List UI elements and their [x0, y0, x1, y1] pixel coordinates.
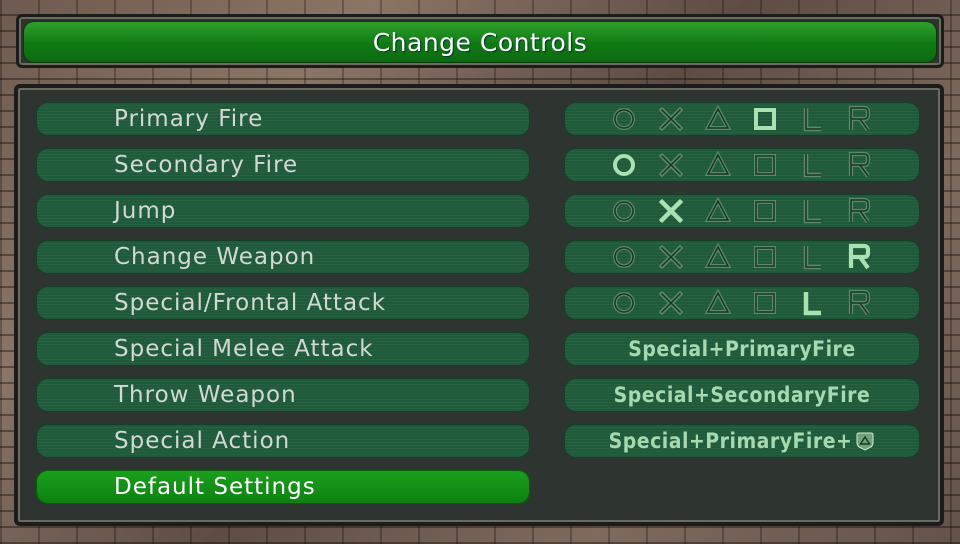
action-row-throw-weapon[interactable]: Throw Weapon [36, 378, 530, 412]
combo-row-special-action: Special+PrimaryFire+ [564, 424, 920, 458]
combo-row-throw-weapon: Special+SecondaryFire [564, 378, 920, 412]
L-button-icon[interactable] [798, 289, 826, 317]
R-button-icon[interactable] [845, 151, 873, 179]
combo-text: Special+SecondaryFire [613, 383, 871, 407]
action-row-special-action[interactable]: Special Action [36, 424, 530, 458]
circle-icon[interactable] [610, 289, 638, 317]
action-row-special-frontal-attack[interactable]: Special/Frontal Attack [36, 286, 530, 320]
square-icon[interactable] [751, 197, 779, 225]
triangle-icon[interactable] [704, 151, 732, 179]
R-button-icon[interactable] [845, 197, 873, 225]
combo-text: Special+PrimaryFire [628, 337, 856, 361]
cross-icon[interactable] [657, 243, 685, 271]
square-icon[interactable] [751, 151, 779, 179]
cross-icon[interactable] [657, 197, 685, 225]
L-button-icon[interactable] [798, 105, 826, 133]
action-label: Special Action [114, 428, 291, 454]
binding-row[interactable] [564, 102, 920, 136]
action-label: Change Weapon [114, 244, 316, 270]
action-label: Jump [114, 198, 177, 224]
binding-row[interactable] [564, 148, 920, 182]
R-button-icon[interactable] [845, 243, 873, 271]
square-icon[interactable] [751, 289, 779, 317]
circle-icon[interactable] [610, 105, 638, 133]
cross-icon[interactable] [657, 289, 685, 317]
L-button-icon[interactable] [798, 151, 826, 179]
triangle-icon[interactable] [704, 289, 732, 317]
triangle-icon[interactable] [704, 105, 732, 133]
default-settings-label: Default Settings [114, 474, 316, 500]
button-selector [610, 289, 873, 317]
action-label: Primary Fire [114, 106, 264, 132]
action-label: Special Melee Attack [114, 336, 374, 362]
button-selector [610, 243, 873, 271]
action-label: Secondary Fire [114, 152, 299, 178]
action-label: Special/Frontal Attack [114, 290, 387, 316]
action-label: Throw Weapon [114, 382, 297, 408]
R-button-icon[interactable] [845, 105, 873, 133]
circle-icon[interactable] [610, 197, 638, 225]
screen-title: Change Controls [24, 22, 936, 62]
default-settings-button[interactable]: Default Settings [36, 470, 530, 504]
L-button-icon[interactable] [798, 197, 826, 225]
button-selector [610, 105, 873, 133]
L-button-icon[interactable] [798, 243, 826, 271]
cross-icon[interactable] [657, 151, 685, 179]
binding-row[interactable] [564, 286, 920, 320]
circle-icon[interactable] [610, 151, 638, 179]
binding-row[interactable] [564, 194, 920, 228]
triangle-icon[interactable] [704, 243, 732, 271]
action-row-jump[interactable]: Jump [36, 194, 530, 228]
cross-icon[interactable] [657, 105, 685, 133]
combo-row-special-melee: Special+PrimaryFire [564, 332, 920, 366]
square-icon[interactable] [751, 105, 779, 133]
action-row-primary-fire[interactable]: Primary Fire [36, 102, 530, 136]
button-selector [610, 197, 873, 225]
R-button-icon[interactable] [845, 289, 873, 317]
action-row-secondary-fire[interactable]: Secondary Fire [36, 148, 530, 182]
combo-text: Special+PrimaryFire+ [608, 429, 853, 453]
square-icon[interactable] [751, 243, 779, 271]
button-selector [610, 151, 873, 179]
action-row-special-melee-attack[interactable]: Special Melee Attack [36, 332, 530, 366]
binding-row[interactable] [564, 240, 920, 274]
circle-icon[interactable] [610, 243, 638, 271]
triangle-icon [856, 432, 874, 451]
action-row-change-weapon[interactable]: Change Weapon [36, 240, 530, 274]
triangle-icon[interactable] [704, 197, 732, 225]
